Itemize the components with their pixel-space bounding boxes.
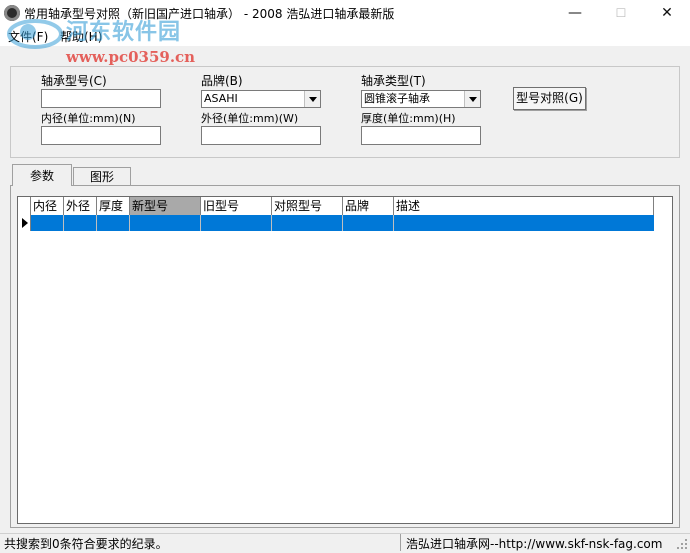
column-header-old-model[interactable]: 旧型号 <box>201 197 272 215</box>
brand-select-value: ASAHI <box>204 92 238 105</box>
chevron-down-icon[interactable] <box>464 91 480 107</box>
column-header-description[interactable]: 描述 <box>394 197 654 215</box>
watermark-name: 河东软件园 <box>66 20 182 45</box>
thickness-input[interactable] <box>361 126 481 145</box>
column-header-brand[interactable]: 品牌 <box>343 197 394 215</box>
type-select[interactable]: 圆锥滚子轴承 <box>361 90 481 108</box>
inner-diameter-label: 内径(单位:mm)(N) <box>41 112 136 125</box>
cell-new-model[interactable] <box>130 215 201 231</box>
type-label: 轴承类型(T) <box>361 74 426 88</box>
column-header-new-model[interactable]: 新型号 <box>130 197 201 215</box>
column-header-inner[interactable]: 内径 <box>31 197 64 215</box>
cell-outer[interactable] <box>64 215 97 231</box>
thickness-label: 厚度(单位:mm)(H) <box>361 112 456 125</box>
row-indicator-icon <box>18 215 31 231</box>
watermark-logo-icon <box>7 19 63 49</box>
minimize-button[interactable]: — <box>552 0 598 26</box>
cell-compare-model[interactable] <box>272 215 343 231</box>
cell-brand[interactable] <box>343 215 394 231</box>
type-select-value: 圆锥滚子轴承 <box>364 92 430 105</box>
cell-old-model[interactable] <box>201 215 272 231</box>
chevron-down-icon[interactable] <box>304 91 320 107</box>
maximize-button[interactable]: ☐ <box>598 0 644 26</box>
compare-button[interactable]: 型号对照(G) <box>513 87 586 110</box>
results-grid[interactable] <box>17 196 673 524</box>
outer-diameter-input[interactable] <box>201 126 321 145</box>
watermark-url: www.pc0359.cn <box>66 48 196 66</box>
cell-inner[interactable] <box>31 215 64 231</box>
table-row[interactable] <box>18 215 654 231</box>
resize-grip-icon[interactable] <box>676 538 688 550</box>
column-header-outer[interactable]: 外径 <box>64 197 97 215</box>
column-header-compare-model[interactable]: 对照型号 <box>272 197 343 215</box>
model-input[interactable] <box>41 89 161 108</box>
inner-diameter-input[interactable] <box>41 126 161 145</box>
model-label: 轴承型号(C) <box>41 74 107 88</box>
tab-parameters[interactable]: 参数 <box>12 164 72 186</box>
brand-label: 品牌(B) <box>201 74 243 88</box>
cell-thickness[interactable] <box>97 215 130 231</box>
cell-description[interactable] <box>394 215 654 231</box>
tab-graphics[interactable]: 图形 <box>73 167 131 186</box>
grid-header: 内径 外径 厚度 新型号 旧型号 对照型号 品牌 描述 <box>18 197 654 216</box>
status-result-count: 共搜索到0条符合要求的纪录。 <box>4 537 168 551</box>
close-button[interactable]: ✕ <box>644 0 690 26</box>
column-header-thickness[interactable]: 厚度 <box>97 197 130 215</box>
outer-diameter-label: 外径(单位:mm)(W) <box>201 112 299 125</box>
row-header-corner <box>18 197 31 215</box>
status-website: 浩弘进口轴承网--http://www.skf-nsk-fag.com <box>406 537 663 551</box>
brand-select[interactable]: ASAHI <box>201 90 321 108</box>
status-divider <box>400 534 401 551</box>
